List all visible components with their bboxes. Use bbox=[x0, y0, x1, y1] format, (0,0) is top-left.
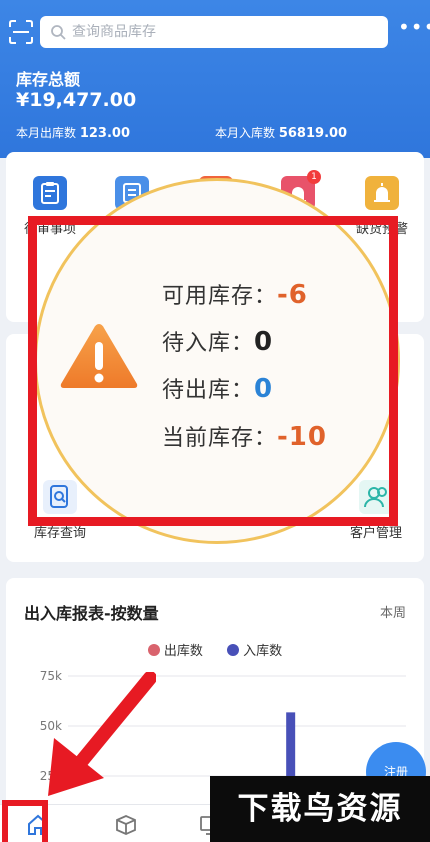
pending-in-row: 待入库：0 bbox=[162, 325, 273, 357]
scan-icon[interactable] bbox=[8, 19, 34, 45]
home-highlight-frame bbox=[2, 800, 48, 842]
legend-item-in[interactable]: 入库数 bbox=[227, 640, 282, 659]
chart-legend: 出库数 入库数 bbox=[6, 640, 424, 660]
available-stock-row: 可用库存：-6 bbox=[162, 278, 308, 310]
current-stock-row: 当前库存：-10 bbox=[162, 420, 327, 452]
search-icon bbox=[51, 25, 66, 40]
month-out-label: 本月出库数 bbox=[16, 126, 77, 140]
chart-period-selector[interactable]: 本周 bbox=[380, 602, 406, 621]
month-out-value: 123.00 bbox=[79, 126, 131, 141]
header: ••• 库存总额 ¥19,477.00 本月出库数 123.00 本月入库数 5… bbox=[0, 0, 430, 158]
month-in-value: 56819.00 bbox=[278, 126, 348, 141]
month-in-label: 本月入库数 bbox=[215, 126, 276, 140]
current-stock-value: -10 bbox=[277, 422, 327, 452]
month-in-stat: 本月入库数 56819.00 bbox=[215, 124, 347, 141]
search-input[interactable] bbox=[72, 24, 372, 40]
legend-label: 入库数 bbox=[243, 644, 283, 659]
pending-out-value: 0 bbox=[254, 374, 274, 404]
tab-products[interactable] bbox=[112, 813, 140, 839]
warning-icon bbox=[60, 324, 138, 388]
box-icon bbox=[116, 815, 136, 835]
stock-total-amount: ¥19,477.00 bbox=[16, 89, 137, 111]
pending-out-label: 待出库： bbox=[162, 378, 255, 403]
alarm-icon bbox=[365, 176, 399, 210]
pending-out-row: 待出库：0 bbox=[162, 372, 273, 404]
stock-total-label: 库存总额 bbox=[16, 70, 81, 89]
pending-in-value: 0 bbox=[254, 327, 274, 357]
available-stock-label: 可用库存： bbox=[162, 284, 278, 309]
more-icon[interactable]: ••• bbox=[398, 17, 430, 38]
legend-dot bbox=[147, 643, 160, 656]
pointer-arrow-icon bbox=[48, 672, 156, 796]
legend-label: 出库数 bbox=[163, 644, 203, 659]
search-box[interactable] bbox=[40, 16, 388, 48]
chart-title: 出入库报表-按数量 bbox=[24, 604, 159, 623]
legend-dot bbox=[227, 643, 240, 656]
current-stock-label: 当前库存： bbox=[162, 426, 278, 451]
clipboard-check-icon bbox=[33, 176, 67, 210]
alarm-badge: 1 bbox=[307, 170, 321, 184]
watermark: 下载鸟资源 bbox=[210, 776, 430, 842]
legend-item-out[interactable]: 出库数 bbox=[147, 640, 203, 659]
available-stock-value: -6 bbox=[277, 280, 308, 310]
pending-in-label: 待入库： bbox=[162, 331, 255, 356]
month-out-stat: 本月出库数 123.00 bbox=[16, 124, 130, 141]
